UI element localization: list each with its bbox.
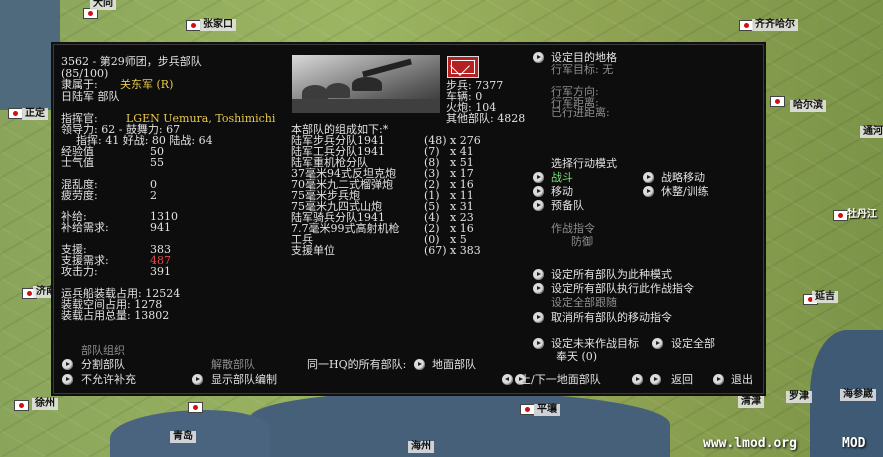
mode-strategic-label[interactable]: 战略移动 [661, 172, 705, 184]
set-all-mode-button[interactable] [533, 269, 544, 280]
show-org-button[interactable] [192, 374, 203, 385]
city-flag [770, 96, 785, 107]
mode-reserve-label[interactable]: 预备队 [551, 200, 584, 212]
disband-label: 解散部队 [211, 358, 255, 371]
supply-need-value: 941 [150, 221, 171, 234]
city-label: 大同 [90, 0, 116, 10]
city-label: 清津 [738, 396, 764, 408]
back-button-left[interactable] [632, 374, 643, 385]
mode-move-radio[interactable] [533, 186, 544, 197]
ground-units-label[interactable]: 地面部队 [432, 359, 476, 371]
composition-row-count: (67) [424, 244, 447, 257]
sea-area-bottom [250, 392, 670, 457]
set-future-target-label[interactable]: 设定未来作战目标 [551, 338, 639, 350]
set-all-mode-label[interactable]: 设定所有部队为此种模式 [551, 269, 672, 281]
prev-next-label[interactable]: 上/下一地面部队 [520, 374, 601, 386]
no-replace-button[interactable] [62, 374, 73, 385]
set-all-follow-label: 设定全部跟随 [551, 296, 617, 309]
city-label: 延吉 [812, 291, 838, 303]
set-future-target-button[interactable] [533, 338, 544, 349]
city-flag [188, 402, 203, 413]
unit-detail-panel: 3562 - 第29师团，步兵部队 (85/100) 隶属于: 关东军 (R) … [53, 44, 764, 394]
no-replace-label[interactable]: 不允许补充 [81, 374, 136, 386]
city-label: 通河 [860, 126, 883, 138]
mode-rest-label[interactable]: 休整/训练 [661, 186, 709, 198]
composition-row-name: 支援单位 [291, 244, 335, 257]
composition-row-men: x 383 [450, 244, 481, 257]
city-label: 海参崴 [840, 389, 876, 401]
prev-unit-button[interactable] [502, 374, 513, 385]
march-target: 行军目标: 无 [551, 63, 614, 76]
show-org-label[interactable]: 显示部队编制 [211, 374, 277, 386]
city-label: 齐齐哈尔 [752, 19, 798, 31]
transport-total: 装载占用总量: 13802 [61, 309, 170, 322]
mail-icon[interactable] [447, 56, 479, 78]
city-label: 平壤 [534, 404, 560, 416]
back-label[interactable]: 返回 [671, 374, 693, 386]
cancel-move-label[interactable]: 取消所有部队的移动指令 [551, 312, 672, 324]
set-all-button[interactable] [652, 338, 663, 349]
fatigue-value: 2 [150, 189, 157, 202]
unit-photo [292, 55, 440, 113]
city-flag [8, 108, 23, 119]
mode-combat-label[interactable]: 战斗 [551, 172, 573, 184]
city-label: 张家口 [200, 19, 236, 31]
mode-combat-radio[interactable] [533, 172, 544, 183]
morale-label: 士气值 [61, 156, 94, 169]
mode-rest-radio[interactable] [643, 186, 654, 197]
mode-reserve-radio[interactable] [533, 200, 544, 211]
org-label: 部队组织 [81, 344, 125, 357]
fatigue-label: 疲劳度: [61, 189, 98, 202]
city-label: 正定 [22, 108, 48, 120]
morale-value: 55 [150, 156, 164, 169]
supply-need-label: 补给需求: [61, 221, 109, 234]
exit-label[interactable]: 退出 [731, 374, 753, 386]
mode-strategic-radio[interactable] [643, 172, 654, 183]
attack-value: 391 [150, 265, 171, 278]
watermark-mod: MOD [842, 436, 866, 451]
commander-skills: 指挥: 41 好战: 80 陆战: 64 [76, 134, 213, 147]
set-target-button[interactable] [533, 52, 544, 63]
exit-button[interactable] [713, 374, 724, 385]
city-label: 哈尔滨 [790, 100, 826, 112]
set-all-op-label[interactable]: 设定所有部队执行此作战指令 [551, 283, 694, 295]
mode-move-label[interactable]: 移动 [551, 186, 573, 198]
march-done: 已行进距离: [551, 106, 610, 119]
op-value[interactable]: 防御 [571, 236, 593, 248]
split-unit-button[interactable] [62, 359, 73, 370]
sea-area-top-left [0, 0, 60, 110]
city-label: 罗津 [786, 391, 812, 403]
city-label: 牡丹江 [847, 209, 877, 220]
mode-heading: 选择行动模式 [551, 157, 617, 170]
belongs-value[interactable]: 关东军 (R) [120, 79, 173, 91]
watermark-url: www.lmod.org [703, 436, 797, 451]
set-all-label[interactable]: 设定全部 [671, 338, 715, 350]
ground-units-button[interactable] [414, 359, 425, 370]
set-all-op-button[interactable] [533, 283, 544, 294]
city-flag [14, 400, 29, 411]
cancel-move-button[interactable] [533, 312, 544, 323]
unit-type: 日陆军 部队 [61, 90, 120, 103]
future-target-value: 奉天 (0) [556, 350, 598, 363]
city-label: 海州 [408, 441, 434, 453]
stat-other: 其他部队: 4828 [446, 112, 526, 125]
split-unit-label[interactable]: 分割部队 [81, 359, 125, 371]
city-flag [186, 20, 201, 31]
city-label: 青岛 [170, 431, 196, 443]
op-label: 作战指令 [551, 222, 595, 235]
attack-label: 攻击力: [61, 265, 98, 278]
same-hq-label: 同一HQ的所有部队: [307, 358, 407, 371]
back-button-right[interactable] [650, 374, 661, 385]
city-flag [520, 404, 535, 415]
city-label: 徐州 [32, 398, 58, 410]
